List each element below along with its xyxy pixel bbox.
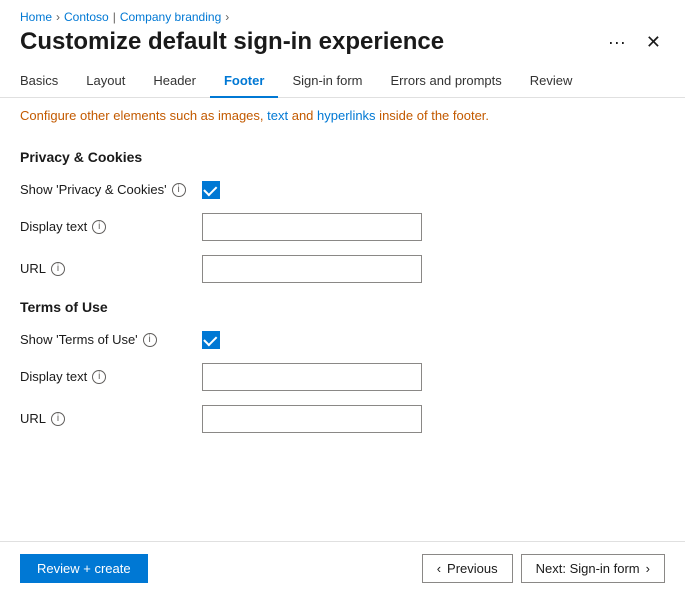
privacy-display-text-info-icon[interactable]: i (92, 220, 106, 234)
terms-url-label: URL i (20, 411, 190, 426)
tab-layout[interactable]: Layout (72, 65, 139, 98)
show-terms-label: Show 'Terms of Use' i (20, 332, 190, 347)
privacy-url-input[interactable] (202, 255, 422, 283)
close-button[interactable]: ✕ (642, 29, 665, 55)
privacy-cookies-title: Privacy & Cookies (20, 149, 665, 165)
next-label: Next: Sign-in form (536, 561, 640, 576)
tab-review[interactable]: Review (516, 65, 587, 98)
terms-of-use-section: Terms of Use Show 'Terms of Use' i Displ… (20, 299, 665, 433)
breadcrumb-contoso[interactable]: Contoso (64, 10, 109, 24)
terms-display-text-info-icon[interactable]: i (92, 370, 106, 384)
terms-url-row: URL i (20, 405, 665, 433)
tab-footer[interactable]: Footer (210, 65, 278, 98)
tab-signin-form[interactable]: Sign-in form (278, 65, 376, 98)
show-privacy-checkbox-wrapper (202, 181, 220, 199)
info-banner: Configure other elements such as images,… (0, 98, 685, 133)
breadcrumb-home[interactable]: Home (20, 10, 52, 24)
privacy-display-text-label: Display text i (20, 219, 190, 234)
next-chevron-icon: › (646, 561, 650, 576)
breadcrumb-company-branding[interactable]: Company branding (120, 10, 221, 24)
terms-display-text-input[interactable] (202, 363, 422, 391)
show-privacy-checkbox[interactable] (202, 181, 220, 199)
breadcrumb-chevron-2: › (225, 10, 229, 24)
show-terms-row: Show 'Terms of Use' i (20, 331, 665, 349)
page-wrapper: Home › Contoso | Company branding › Cust… (0, 0, 685, 595)
show-privacy-label: Show 'Privacy & Cookies' i (20, 182, 190, 197)
show-privacy-row: Show 'Privacy & Cookies' i (20, 181, 665, 199)
ellipsis-button[interactable]: ··· (604, 29, 630, 55)
privacy-cookies-section: Privacy & Cookies Show 'Privacy & Cookie… (20, 149, 665, 283)
previous-chevron-icon: ‹ (437, 561, 441, 576)
terms-of-use-title: Terms of Use (20, 299, 665, 315)
terms-url-info-icon[interactable]: i (51, 412, 65, 426)
privacy-url-label: URL i (20, 261, 190, 276)
tab-basics[interactable]: Basics (20, 65, 72, 98)
breadcrumb-separator: | (113, 10, 116, 24)
show-terms-checkbox[interactable] (202, 331, 220, 349)
page-title: Customize default sign-in experience (20, 28, 444, 57)
privacy-url-info-icon[interactable]: i (51, 262, 65, 276)
content-area: Privacy & Cookies Show 'Privacy & Cookie… (0, 133, 685, 541)
tab-errors-prompts[interactable]: Errors and prompts (377, 65, 516, 98)
review-create-button[interactable]: Review + create (20, 554, 148, 583)
breadcrumb: Home › Contoso | Company branding › (0, 0, 685, 28)
tabs-nav: Basics Layout Header Footer Sign-in form… (0, 65, 685, 98)
show-privacy-info-icon[interactable]: i (172, 183, 186, 197)
privacy-display-text-row: Display text i (20, 213, 665, 241)
tab-header[interactable]: Header (139, 65, 210, 98)
previous-label: Previous (447, 561, 498, 576)
privacy-url-row: URL i (20, 255, 665, 283)
privacy-display-text-input[interactable] (202, 213, 422, 241)
info-text-after: inside of the footer. (376, 108, 489, 123)
footer-bar: Review + create ‹ Previous Next: Sign-in… (0, 541, 685, 595)
terms-url-input[interactable] (202, 405, 422, 433)
info-link-hyperlinks[interactable]: hyperlinks (317, 108, 376, 123)
show-terms-info-icon[interactable]: i (143, 333, 157, 347)
show-terms-checkbox-wrapper (202, 331, 220, 349)
breadcrumb-chevron-1: › (56, 10, 60, 24)
info-link-text[interactable]: text (267, 108, 288, 123)
terms-display-text-label: Display text i (20, 369, 190, 384)
terms-display-text-row: Display text i (20, 363, 665, 391)
next-button[interactable]: Next: Sign-in form › (521, 554, 665, 583)
previous-button[interactable]: ‹ Previous (422, 554, 513, 583)
info-text-middle: and (288, 108, 317, 123)
header-row: Customize default sign-in experience ···… (0, 28, 685, 65)
info-text-before: Configure other elements such as images, (20, 108, 267, 123)
header-actions: ··· ✕ (604, 29, 665, 55)
footer-right: ‹ Previous Next: Sign-in form › (422, 554, 665, 583)
